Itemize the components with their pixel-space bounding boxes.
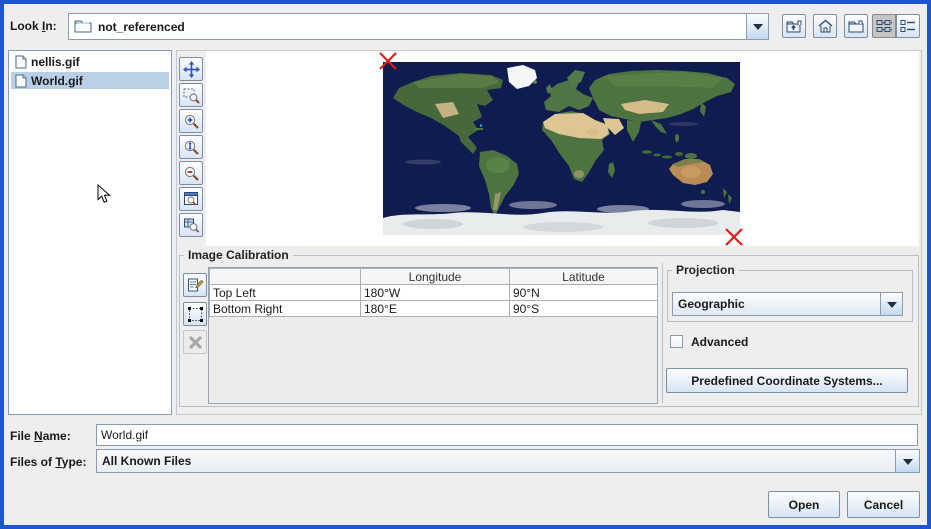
calibration-table-panel: Longitude Latitude Top Left 180°W 90°N B… [208,267,658,404]
top-left-latitude-cell[interactable]: 90°N [510,285,658,301]
row-label: Top Left [210,285,361,301]
select-rectangle-icon [187,306,204,323]
files-of-type-label: Files of Type: [10,455,86,469]
chevron-down-icon [753,24,763,35]
new-folder-icon [848,19,865,34]
delete-x-icon [188,335,203,350]
look-in-combo[interactable]: not_referenced [68,13,769,40]
projection-combo[interactable]: Geographic [672,292,903,316]
files-of-type-combo[interactable]: All Known Files [96,449,920,473]
projection-dropdown-arrow[interactable] [880,293,902,315]
zoom-in-button[interactable] [179,109,203,133]
chevron-down-icon [903,459,913,470]
home-button[interactable] [813,14,837,38]
look-in-value: not_referenced [98,20,185,34]
preview-window-icon [183,191,200,207]
image-calibration-title: Image Calibration [184,248,293,262]
pan-icon [183,61,200,78]
file-item-nellis[interactable]: nellis.gif [11,53,169,70]
up-one-level-button[interactable] [782,14,806,38]
table-row: Bottom Right 180°E 90°S [210,301,658,317]
table-row: Top Left 180°W 90°N [210,285,658,301]
zoom-box-button[interactable] [179,83,203,107]
file-item-label: nellis.gif [31,55,80,69]
open-button[interactable]: Open [768,491,840,518]
files-of-type-dropdown-arrow[interactable] [895,450,919,472]
bottom-right-longitude-cell[interactable]: 180°E [361,301,510,317]
details-view-icon [900,19,916,33]
file-icon [15,74,27,88]
details-view-toggle[interactable] [896,14,920,38]
up-folder-icon [786,19,803,34]
cancel-button[interactable]: Cancel [847,491,920,518]
bottom-right-marker-icon[interactable] [725,228,743,246]
open-button-label: Open [789,498,820,512]
look-in-label: Look In: [10,19,57,33]
predefined-coordinate-systems-button[interactable]: Predefined Coordinate Systems... [666,368,908,393]
file-list[interactable]: nellis.gif World.gif [8,50,172,415]
file-name-input[interactable]: World.gif [96,424,918,446]
zoom-stretch-icon [183,139,200,156]
file-name-value: World.gif [101,428,148,442]
zoom-stretch-button[interactable] [179,135,203,159]
panel-divider [662,263,663,403]
zoom-box-icon [183,87,200,104]
table-magnifier-button[interactable] [179,213,203,237]
map-preview-area[interactable] [206,51,919,246]
advanced-checkbox[interactable] [670,335,683,348]
select-rectangle-button[interactable] [183,302,207,326]
georeference-open-dialog: Look In: not_referenced [0,0,931,529]
file-item-label: World.gif [31,74,83,88]
predefined-coordinate-systems-label: Predefined Coordinate Systems... [691,374,882,388]
delete-point-button[interactable] [183,330,207,354]
preview-window-button[interactable] [179,187,203,211]
world-map-image [383,62,740,235]
cancel-button-label: Cancel [864,498,903,512]
tiles-view-icon [876,19,892,33]
longitude-column-header: Longitude [361,269,510,285]
tiles-view-toggle[interactable] [872,14,896,38]
zoom-out-button[interactable] [179,161,203,185]
edit-icon [187,277,204,294]
look-in-dropdown-arrow[interactable] [746,14,768,39]
projection-title: Projection [672,263,739,277]
file-item-world[interactable]: World.gif [11,72,169,89]
bottom-right-latitude-cell[interactable]: 90°S [510,301,658,317]
files-of-type-value: All Known Files [102,454,191,468]
mouse-cursor [97,184,111,204]
zoom-out-icon [183,165,200,182]
zoom-in-icon [183,113,200,130]
advanced-label: Advanced [691,335,748,349]
projection-value: Geographic [678,297,745,311]
pan-button[interactable] [179,57,203,81]
home-icon [817,19,834,34]
file-icon [15,55,27,69]
chevron-down-icon [887,302,897,313]
new-folder-button[interactable] [844,14,868,38]
row-label: Bottom Right [210,301,361,317]
edit-point-button[interactable] [183,273,207,297]
corner-column-header [210,269,361,285]
file-name-label: File Name: [10,429,71,443]
calibration-table[interactable]: Longitude Latitude Top Left 180°W 90°N B… [209,268,658,317]
latitude-column-header: Latitude [510,269,658,285]
top-left-marker-icon[interactable] [379,52,397,70]
folder-icon [74,19,93,34]
top-left-longitude-cell[interactable]: 180°W [361,285,510,301]
table-magnifier-icon [183,217,200,233]
